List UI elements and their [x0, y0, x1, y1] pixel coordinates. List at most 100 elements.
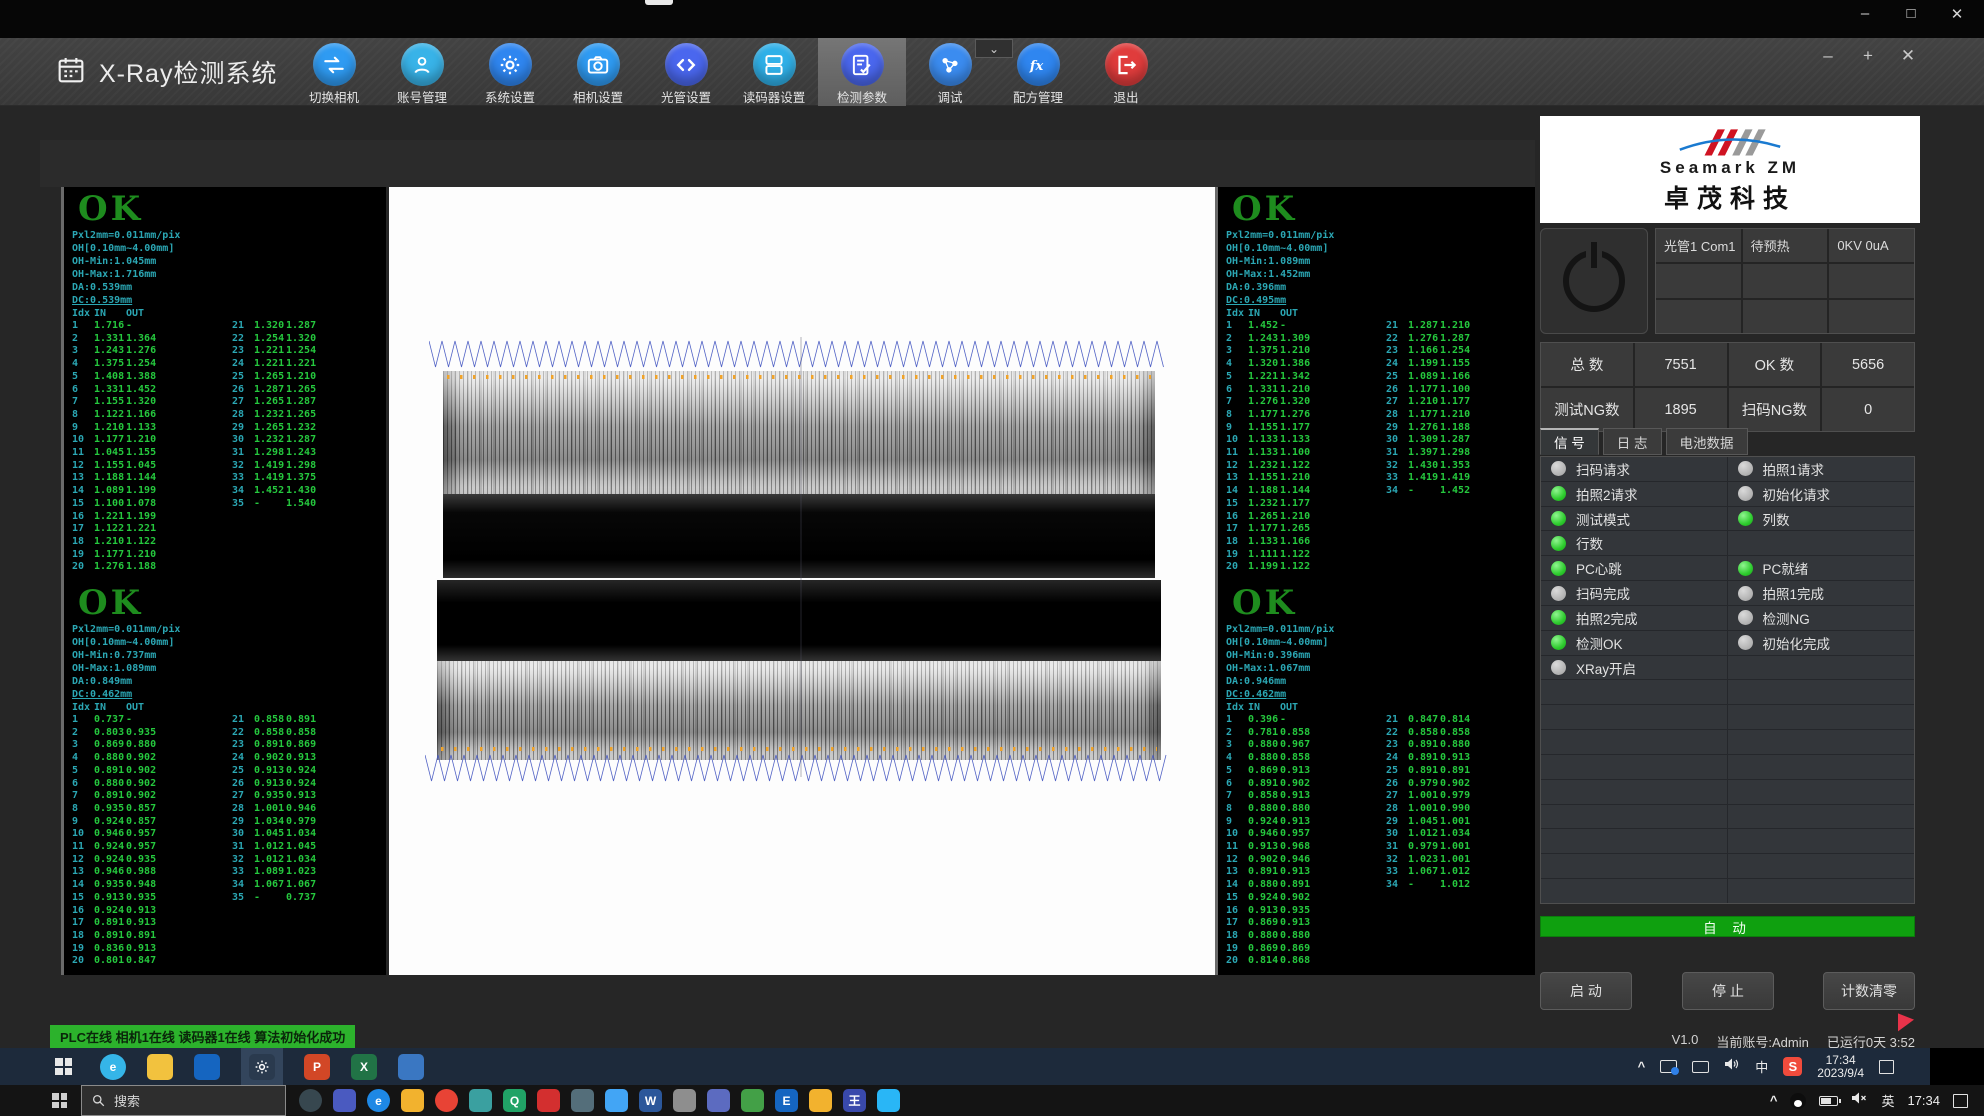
start-button[interactable]: 启 动 [1540, 972, 1632, 1010]
toolbar-item-camera[interactable]: 相机设置 [554, 38, 642, 106]
remote-minimize-button[interactable]: – [1856, 5, 1874, 23]
brand-name: Seamark ZM [1660, 158, 1800, 178]
measure-row: 170.8910.913 [72, 917, 386, 930]
screen: – □ ✕ X-Ray检测系统 切换相机账号管理系统设置相机设置光管设置读码器设… [0, 0, 1984, 1116]
chrome-icon[interactable] [435, 1089, 458, 1112]
action-center-icon[interactable] [1953, 1094, 1968, 1108]
main-top-strip [40, 140, 1535, 187]
tray-expand-icon[interactable]: ^ [1770, 1093, 1778, 1108]
local-clock[interactable]: 17:34 [1907, 1093, 1940, 1108]
magnifier-app-icon[interactable] [707, 1089, 730, 1112]
file-explorer-icon[interactable] [147, 1054, 173, 1080]
battery-roll-top [443, 371, 1155, 494]
measure-row: 41.3751.254 [72, 358, 386, 371]
xray-power-button[interactable] [1540, 228, 1648, 334]
toolbar-item-switch-camera[interactable]: 切换相机 [290, 38, 378, 106]
tray-expand-icon[interactable]: ^ [1638, 1059, 1646, 1074]
measure-row: 271.2101.177 [1386, 396, 1472, 409]
cortana-icon[interactable] [299, 1089, 322, 1112]
ie-browser-icon[interactable]: E [775, 1089, 798, 1112]
toolbar-dropdown-button[interactable]: ⌄ [975, 39, 1013, 58]
task-view-icon[interactable] [333, 1089, 356, 1112]
camera-app-icon[interactable] [571, 1089, 594, 1112]
remote-maximize-button[interactable]: □ [1902, 5, 1920, 23]
stop-button[interactable]: 停 止 [1682, 972, 1774, 1010]
signal-label: 初始化请求 [1763, 484, 1831, 504]
app-maximize-button[interactable]: + [1860, 46, 1876, 66]
signal-row: 行数 [1541, 531, 1914, 556]
remote-clock[interactable]: 17:34 2023/9/4 [1817, 1054, 1864, 1080]
app-blue-icon[interactable] [194, 1054, 220, 1080]
ime-indicator[interactable]: 中 [1755, 1057, 1768, 1076]
photos-icon[interactable] [398, 1054, 424, 1080]
measure-info: DA:0.539mm [72, 281, 386, 294]
green-app-icon[interactable] [741, 1089, 764, 1112]
powerpoint-icon[interactable]: P [304, 1054, 330, 1080]
exit-door-icon [1105, 43, 1148, 86]
signal-label: 列数 [1763, 509, 1790, 529]
toolbar-item-inspect-doc[interactable]: 检测参数 [818, 38, 906, 106]
file-explorer-icon[interactable] [401, 1089, 424, 1112]
toolbar-item-barcode-scanner[interactable]: 读码器设置 [730, 38, 818, 106]
auto-mode-button[interactable]: 自 动 [1540, 916, 1915, 937]
measure-row: 160.9130.935 [1226, 905, 1535, 918]
measure-row: 40.8800.858 [1226, 752, 1535, 765]
word-icon[interactable]: W [639, 1089, 662, 1112]
sogou-input-icon[interactable]: S [1783, 1057, 1802, 1076]
settings-app-icon[interactable] [673, 1089, 696, 1112]
red-app-icon[interactable] [537, 1089, 560, 1112]
edge-browser-icon[interactable]: e [367, 1089, 390, 1112]
folder-blue-icon[interactable] [605, 1089, 628, 1112]
measure-row: 60.8800.902 [72, 778, 386, 791]
measure-row: 321.4301.353 [1386, 460, 1472, 473]
counter-label: 扫码NG数 [1729, 388, 1821, 431]
search-app-icon[interactable] [469, 1089, 492, 1112]
volume-muted-icon[interactable] [1851, 1091, 1868, 1110]
tab-0[interactable]: 信 号 [1540, 428, 1599, 455]
photos-app-icon[interactable] [877, 1089, 900, 1112]
toolbar-item-user-account[interactable]: 账号管理 [378, 38, 466, 106]
volume-icon[interactable] [1724, 1057, 1740, 1076]
measure-row: 281.2321.265 [232, 409, 318, 422]
settings-gear-icon[interactable] [249, 1054, 275, 1080]
tab-2[interactable]: 电池数据 [1666, 428, 1748, 455]
signal-cell [1541, 879, 1728, 903]
signal-cell [1541, 829, 1728, 853]
search-input[interactable]: 搜索 [81, 1085, 286, 1116]
battery-icon[interactable] [1819, 1096, 1838, 1106]
display-icon[interactable] [1692, 1061, 1709, 1073]
remote-control-icon[interactable] [1660, 1060, 1677, 1073]
action-center-icon[interactable] [1879, 1060, 1894, 1074]
result-section-left-top: OKPxl2mm=0.011mm/pixOH[0.10mm~4.00mm]OH-… [64, 187, 386, 581]
ime-indicator[interactable]: 英 [1881, 1091, 1894, 1110]
xray-app-window: X-Ray检测系统 切换相机账号管理系统设置相机设置光管设置读码器设置检测参数调… [0, 38, 1984, 1048]
clear-count-button[interactable]: 计数清零 [1823, 972, 1915, 1010]
app-minimize-button[interactable]: – [1820, 46, 1836, 66]
seamark-logo-mark [1655, 125, 1805, 157]
toolbar-item-exit-door[interactable]: 退出 [1082, 38, 1170, 106]
result-status: OK [1232, 191, 1535, 227]
wps-app-icon[interactable]: 王 [843, 1089, 866, 1112]
toolbar-item-system-gear[interactable]: 系统设置 [466, 38, 554, 106]
toolbar-item-code-brackets[interactable]: 光管设置 [642, 38, 730, 106]
measure-row: 21.2431.309 [1226, 333, 1535, 346]
signal-row: 拍照2完成检测NG [1541, 606, 1914, 631]
signal-cell [1728, 854, 1915, 878]
excel-icon[interactable]: X [351, 1054, 377, 1080]
remote-close-button[interactable]: ✕ [1948, 5, 1966, 23]
signal-label: PC就绪 [1763, 558, 1809, 578]
tab-1[interactable]: 日 志 [1603, 428, 1662, 455]
qq-app-icon[interactable]: Q [503, 1089, 526, 1112]
folder-yellow-icon[interactable] [809, 1089, 832, 1112]
measure-row: 20.8030.935 [72, 727, 386, 740]
remote-start-button[interactable] [55, 1058, 72, 1075]
local-start-button[interactable] [52, 1093, 67, 1108]
measure-row: 341.4521.430 [232, 485, 318, 498]
remote-toolbar-handle[interactable] [645, 0, 673, 5]
qq-icon[interactable] [1790, 1093, 1806, 1109]
edge-browser-icon[interactable]: e [100, 1054, 126, 1080]
toolbar-item-label: 相机设置 [573, 87, 623, 106]
app-close-button[interactable]: ✕ [1900, 46, 1916, 66]
xray-dark-band-2 [437, 580, 1161, 661]
measure-info: OH-Min:1.089mm [1226, 255, 1535, 268]
